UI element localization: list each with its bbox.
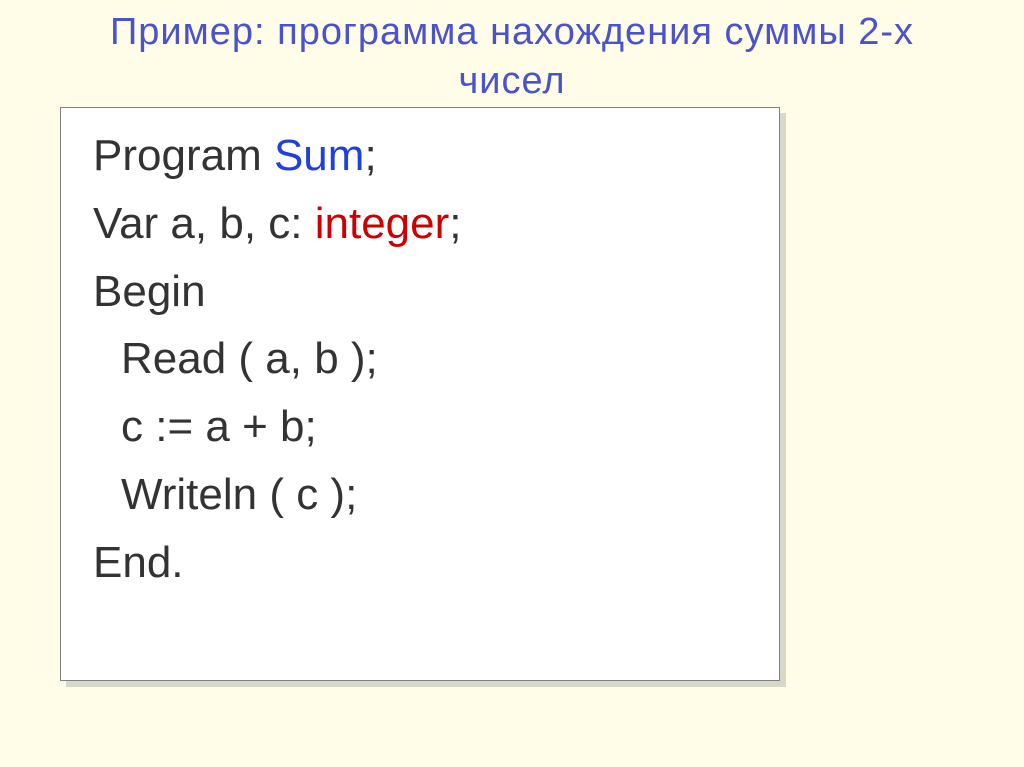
code-line-6: Writeln ( c );	[93, 461, 747, 529]
code-keyword-sum: Sum	[274, 131, 364, 180]
code-text: End.	[93, 538, 184, 587]
title-line-2: чисел	[458, 60, 565, 102]
slide-title: Пример: программа нахождения суммы 2-х ч…	[0, 0, 1024, 107]
code-text: Read ( a, b );	[121, 334, 378, 383]
code-text: Begin	[93, 267, 206, 316]
code-text: Writeln ( c );	[121, 470, 357, 519]
code-text: ;	[449, 199, 461, 248]
code-line-3: Begin	[93, 258, 747, 326]
code-keyword-integer: integer	[315, 199, 450, 248]
code-text: c := a + b;	[121, 402, 317, 451]
code-text: Program	[93, 131, 274, 180]
code-text: ;	[364, 131, 376, 180]
title-line-1: Пример: программа нахождения суммы 2-х	[110, 11, 914, 53]
code-text: Var a, b, c:	[93, 199, 315, 248]
code-line-5: c := a + b;	[93, 393, 747, 461]
code-line-7: End.	[93, 529, 747, 597]
code-box: Program Sum; Var a, b, c: integer; Begin…	[60, 107, 780, 681]
code-line-4: Read ( a, b );	[93, 325, 747, 393]
code-line-2: Var a, b, c: integer;	[93, 190, 747, 258]
code-line-1: Program Sum;	[93, 122, 747, 190]
